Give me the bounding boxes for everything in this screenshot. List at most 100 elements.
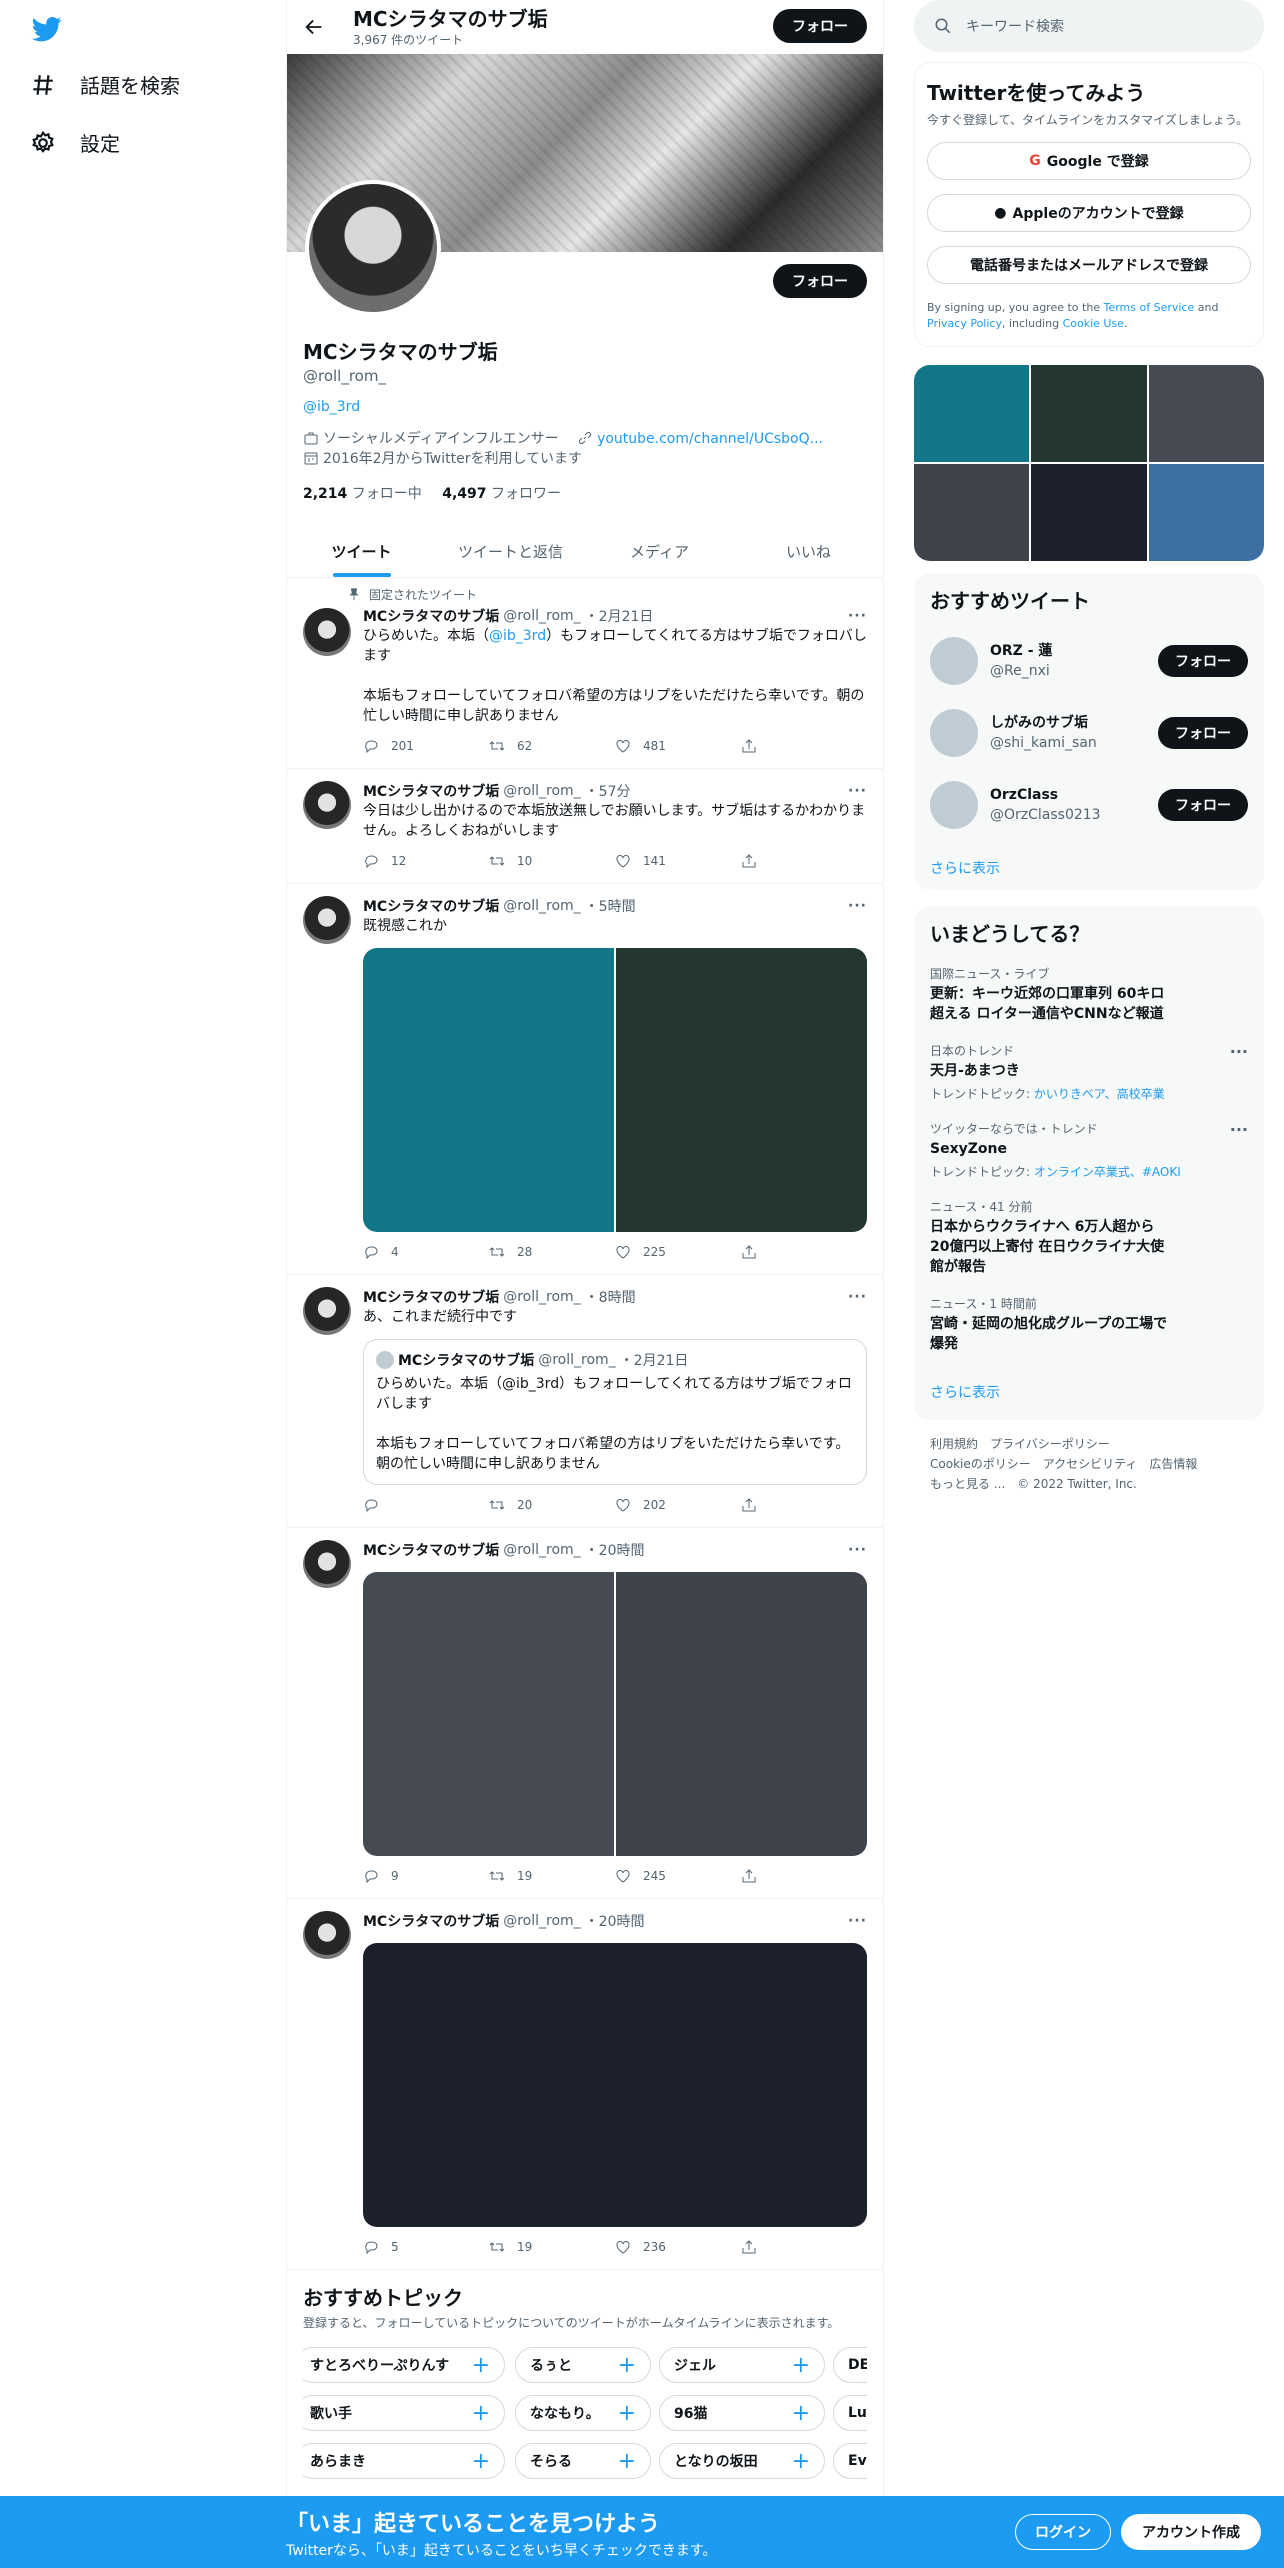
more-icon[interactable]: ··· (848, 1542, 867, 1558)
topic-chip[interactable]: るぅと + (515, 2347, 651, 2383)
search-box[interactable]: キーワード検索 (914, 0, 1264, 52)
topic-chip[interactable]: となりの坂田 + (659, 2443, 825, 2479)
retweet-button[interactable]: 62 (489, 738, 615, 754)
footer-line[interactable]: Cookieのポリシー アクセシビリティ 広告情報 (930, 1454, 1248, 1474)
tweet-author-name[interactable]: MCシラタマのサブ垢 (363, 781, 499, 801)
share-button[interactable] (741, 853, 867, 869)
search-input[interactable]: キーワード検索 (966, 16, 1064, 36)
nav-settings[interactable]: 設定 (30, 128, 120, 157)
tweet-author-name[interactable]: MCシラタマのサブ垢 (363, 896, 499, 916)
more-icon[interactable]: ··· (1230, 1042, 1248, 1061)
tab-media[interactable]: メディア (585, 525, 734, 577)
tweet-time[interactable]: ・2月21日 (585, 606, 654, 626)
show-more-link[interactable]: さらに表示 (930, 1382, 1248, 1402)
tweet-author-name[interactable]: MCシラタマのサブ垢 (363, 1911, 499, 1931)
media-image[interactable] (363, 1572, 614, 1856)
tab-tweets-replies[interactable]: ツイートと返信 (436, 525, 585, 577)
recommended-user[interactable]: しがみのサブ垢 @shi_kami_san フォロー (930, 708, 1248, 758)
avatar[interactable] (930, 781, 978, 829)
tweet[interactable]: MCシラタマのサブ垢 @roll_rom_ ・57分 ··· 今日は少し出かけるので本… (287, 769, 883, 884)
reply-button[interactable]: 5 (363, 2239, 489, 2255)
back-arrow-icon[interactable] (303, 16, 325, 38)
reply-button[interactable]: 201 (363, 738, 489, 754)
tweet-author-name[interactable]: MCシラタマのサブ垢 (363, 1540, 499, 1560)
twitter-logo-icon[interactable] (30, 14, 64, 44)
like-button[interactable]: 202 (615, 1497, 741, 1513)
tweet[interactable]: MCシラタマのサブ垢 @roll_rom_ ・8時間 ··· あ、これまだ続行中です … (287, 1275, 883, 1528)
more-icon[interactable]: ··· (848, 1913, 867, 1929)
share-button[interactable] (741, 1868, 867, 1884)
topic-chip[interactable]: Luz (833, 2395, 867, 2431)
recommended-user[interactable]: ORZ - 蓮 @Re_nxi フォロー (930, 636, 1248, 686)
topic-chip[interactable]: ジェル + (659, 2347, 825, 2383)
share-button[interactable] (741, 2239, 867, 2255)
media-image[interactable] (363, 948, 614, 1232)
retweet-button[interactable]: 19 (489, 1868, 615, 1884)
create-account-button[interactable]: アカウント作成 (1121, 2514, 1261, 2550)
more-icon[interactable]: ··· (848, 783, 867, 799)
share-button[interactable] (741, 1497, 867, 1513)
trend-item[interactable]: 日本のトレンド 天月-あまつき トレンドトピック: かいりきベア、高校卒業 ··… (930, 1042, 1248, 1102)
profile-website-link[interactable]: youtube.com/channel/UCsboQ... (597, 431, 823, 447)
media-thumbnail[interactable] (1148, 365, 1264, 462)
follow-button[interactable]: フォロー (1158, 717, 1248, 749)
tweet-time[interactable]: ・5時間 (585, 896, 636, 916)
tweet-avatar[interactable] (303, 1287, 351, 1335)
reply-button[interactable]: 12 (363, 853, 489, 869)
tweet-avatar[interactable] (303, 608, 351, 656)
media-thumbnail[interactable] (914, 464, 1030, 561)
media-thumbnail[interactable] (1031, 365, 1147, 462)
follow-button[interactable]: フォロー (1158, 645, 1248, 677)
like-button[interactable]: 236 (615, 2239, 741, 2255)
more-icon[interactable]: ··· (848, 608, 867, 624)
topic-chip[interactable]: すとろべりーぷりんす + (303, 2347, 505, 2383)
tweet-time[interactable]: ・8時間 (585, 1287, 636, 1307)
tweet-time[interactable]: ・20時間 (585, 1911, 645, 1931)
phone-email-signup-button[interactable]: 電話番号またはメールアドレスで登録 (927, 246, 1251, 284)
topic-chip[interactable]: そらる + (515, 2443, 651, 2479)
media-image[interactable] (616, 1572, 867, 1856)
trend-item[interactable]: ツイッターならでは・トレンド SexyZone トレンドトピック: オンライン卒… (930, 1120, 1248, 1180)
like-button[interactable]: 481 (615, 738, 741, 754)
tweet-author-name[interactable]: MCシラタマのサブ垢 (363, 606, 499, 626)
trend-item[interactable]: ニュース・1 時間前 宮崎・延岡の旭化成グループの工場で爆発 (930, 1295, 1248, 1354)
topic-chip[interactable]: あらまき + (303, 2443, 505, 2479)
tweet-time[interactable]: ・20時間 (585, 1540, 645, 1560)
tab-likes[interactable]: いいね (734, 525, 883, 577)
reply-button[interactable] (363, 1497, 489, 1513)
like-button[interactable]: 245 (615, 1868, 741, 1884)
tweet[interactable]: MCシラタマのサブ垢 @roll_rom_ ・5時間 ··· 既視感これか 4 28 … (287, 884, 883, 1275)
tab-tweets[interactable]: ツイート (287, 525, 436, 577)
avatar[interactable] (930, 709, 978, 757)
like-button[interactable]: 141 (615, 853, 741, 869)
login-button[interactable]: ログイン (1015, 2514, 1111, 2550)
share-button[interactable] (741, 738, 867, 754)
topic-chip[interactable]: DEC (833, 2347, 867, 2383)
topic-chip[interactable]: Eve (833, 2443, 867, 2479)
more-icon[interactable]: ··· (848, 1289, 867, 1305)
retweet-button[interactable]: 19 (489, 2239, 615, 2255)
trend-item[interactable]: 国際ニュース・ライブ 更新：キーウ近郊の口軍車列 60キロ超える ロイター通信や… (930, 965, 1248, 1024)
share-button[interactable] (741, 1244, 867, 1260)
media-thumbnail[interactable] (1148, 464, 1264, 561)
topic-chip[interactable]: 歌い手 + (303, 2395, 505, 2431)
tweet-time[interactable]: ・57分 (585, 781, 631, 801)
trend-item[interactable]: ニュース・41 分前 日本からウクライナへ 6万人超から20億円以上寄付 在日ウ… (930, 1198, 1248, 1277)
quote-tweet[interactable]: MCシラタマのサブ垢 @roll_rom_ ・2月21日 ひらめいた。本垢（@ib_… (363, 1339, 867, 1485)
show-more-link[interactable]: さらに表示 (930, 858, 1248, 878)
tweet[interactable]: MCシラタマのサブ垢 @roll_rom_ ・20時間 ··· 5 19 236 (287, 1899, 883, 2270)
nav-explore[interactable]: 話題を検索 (30, 70, 180, 99)
profile-follow-button[interactable]: フォロー (773, 264, 867, 298)
media-thumbnail[interactable] (1031, 464, 1147, 561)
cookie-link[interactable]: Cookie Use (1063, 317, 1124, 330)
follow-button[interactable]: フォロー (1158, 789, 1248, 821)
google-signup-button[interactable]: G Google で登録 (927, 142, 1251, 180)
apple-signup-button[interactable]: ● Appleのアカウントで登録 (927, 194, 1251, 232)
retweet-button[interactable]: 10 (489, 853, 615, 869)
tweet[interactable]: MCシラタマのサブ垢 @roll_rom_ ・20時間 ··· 9 19 245 (287, 1528, 883, 1899)
tweet-author-name[interactable]: MCシラタマのサブ垢 (363, 1287, 499, 1307)
tweet-avatar[interactable] (303, 781, 351, 829)
tweet-avatar[interactable] (303, 1911, 351, 1959)
reply-button[interactable]: 4 (363, 1244, 489, 1260)
retweet-button[interactable]: 20 (489, 1497, 615, 1513)
